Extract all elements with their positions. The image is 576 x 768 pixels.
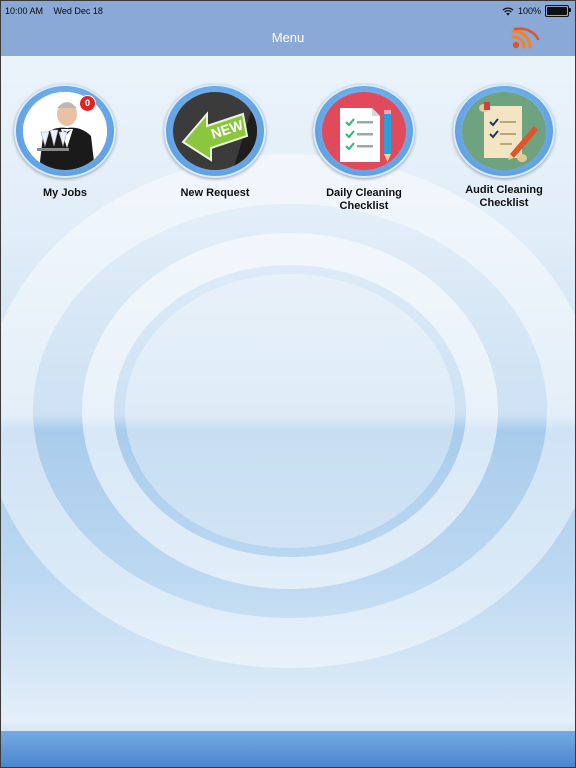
nav-bar: Menu — [1, 21, 575, 56]
rss-icon[interactable] — [511, 26, 541, 50]
battery-fill — [547, 7, 567, 15]
menu-label-my-jobs: My Jobs — [42, 187, 87, 199]
new-request-icon-frame: NEW — [164, 84, 266, 178]
bottom-toolbar — [1, 731, 575, 767]
menu-item-audit-cleaning-checklist[interactable]: Audit Cleaning Checklist — [453, 84, 555, 210]
status-date: Wed Dec 18 — [53, 6, 103, 16]
my-jobs-icon-frame: 0 — [14, 84, 116, 178]
new-arrow-icon: NEW — [173, 92, 257, 170]
page-title: Menu — [271, 30, 305, 45]
audit-scroll-icon — [462, 92, 546, 170]
battery-percent: 100% — [517, 6, 541, 16]
wifi-icon — [502, 7, 514, 15]
menu-label-daily-cleaning-checklist: Daily Cleaning Checklist — [326, 187, 402, 212]
job-count-badge: 0 — [79, 95, 96, 112]
menu-item-daily-cleaning-checklist[interactable]: Daily Cleaning Checklist — [313, 84, 415, 213]
app-frame: 10:00 AM Wed Dec 18 100% Menu 0 My Jobs … — [0, 0, 576, 768]
status-bar: 10:00 AM Wed Dec 18 100% — [1, 1, 575, 21]
checklist-icon — [322, 92, 406, 170]
menu-label-new-request: New Request — [180, 187, 250, 199]
audit-checklist-icon-frame — [453, 84, 555, 178]
menu-item-my-jobs[interactable]: 0 My Jobs — [14, 84, 116, 200]
status-time: 10:00 AM — [5, 6, 44, 16]
daily-checklist-icon-frame — [313, 84, 415, 178]
menu-item-new-request[interactable]: NEW New Request — [164, 84, 266, 200]
menu-label-audit-cleaning-checklist: Audit Cleaning Checklist — [465, 184, 543, 209]
battery-icon — [545, 5, 571, 17]
